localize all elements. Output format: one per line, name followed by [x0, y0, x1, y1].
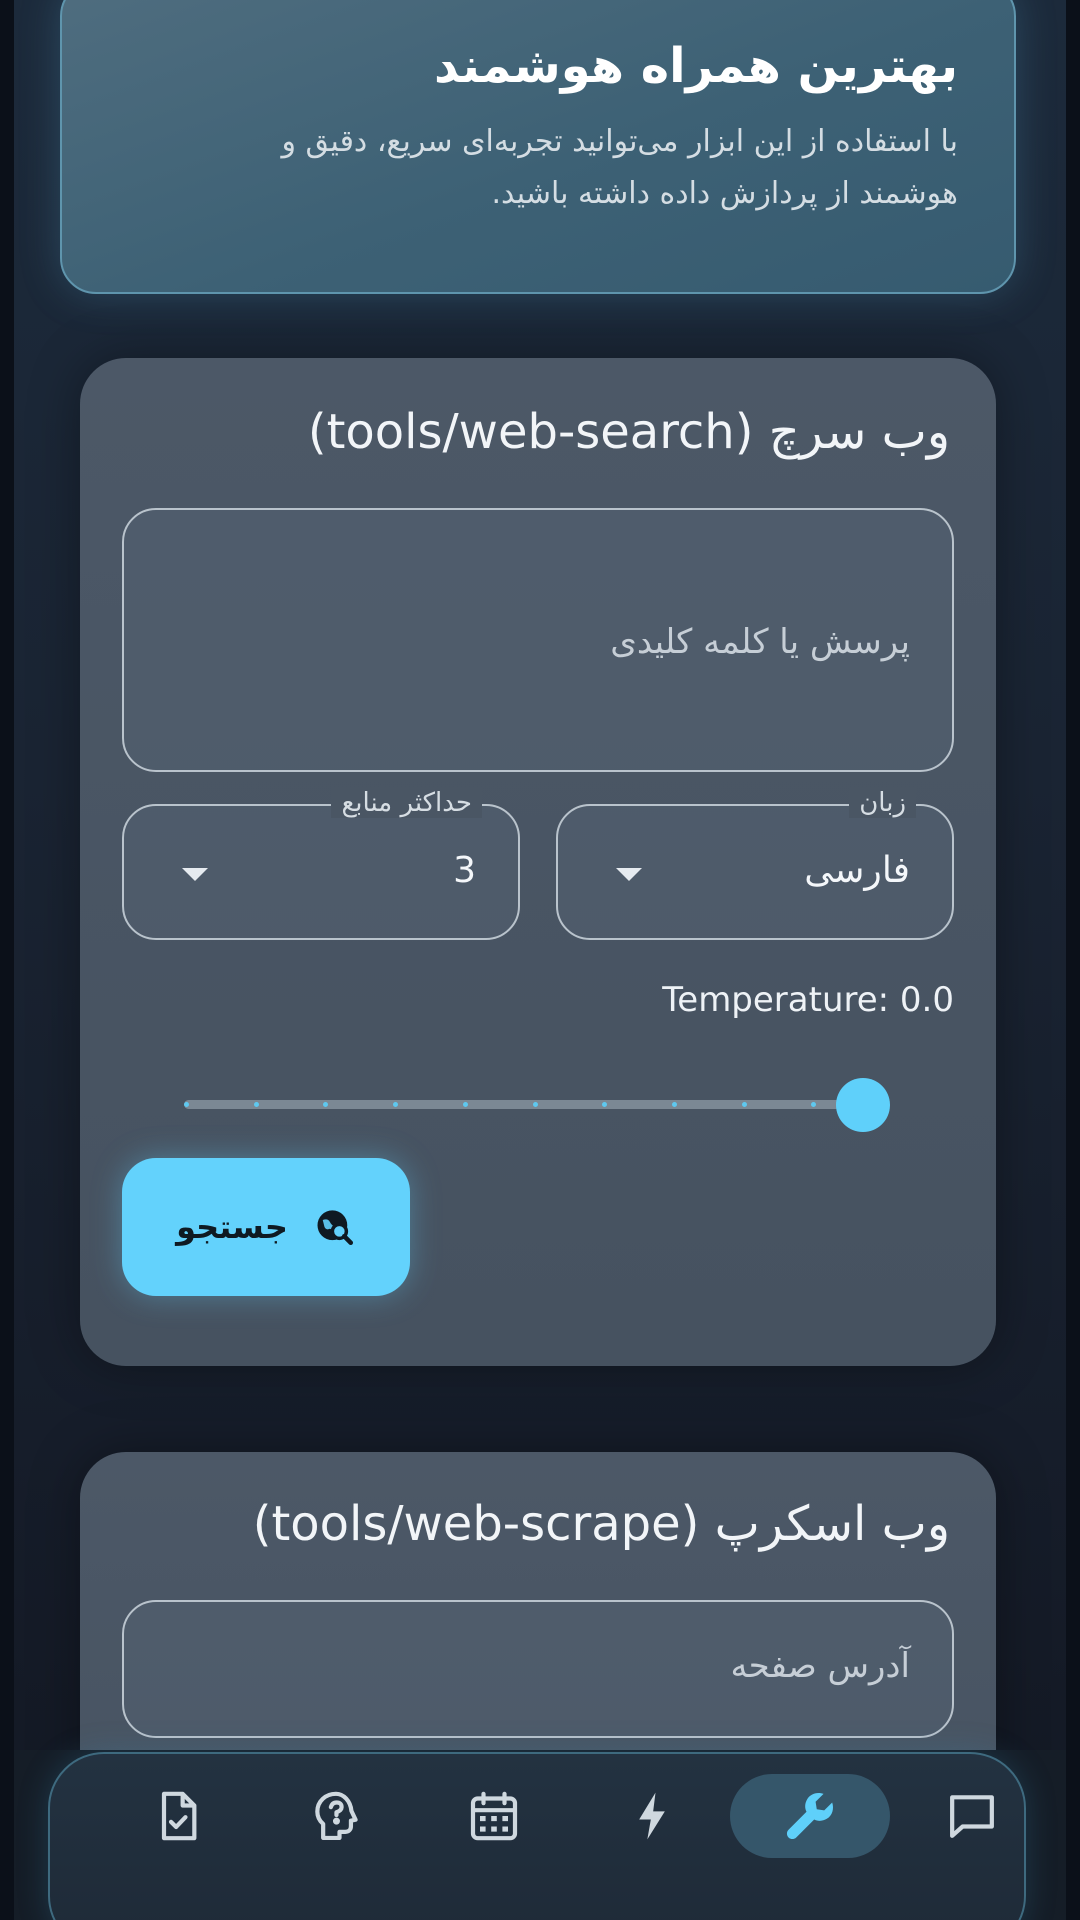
search-button-label: جستجو: [176, 1208, 288, 1246]
max-sources-label: حداکثر منابع: [331, 788, 482, 818]
document-check-icon: [161, 1791, 197, 1841]
max-sources-select[interactable]: حداکثر منابع 3: [122, 788, 520, 940]
hero-title: بهترین همراه هوشمند: [434, 38, 958, 94]
max-sources-value: 3: [453, 850, 476, 891]
slider-tick: [532, 1102, 538, 1107]
chevron-down-icon: [182, 868, 208, 881]
url-input[interactable]: آدرس صفحه: [122, 1600, 954, 1738]
wrench-icon: [786, 1792, 834, 1840]
nav-item-calendar[interactable]: [414, 1774, 574, 1858]
chat-bubble-icon: [950, 1795, 994, 1838]
url-placeholder: آدرس صفحه: [730, 1646, 910, 1686]
query-placeholder: پرسش یا کلمه کلیدی: [610, 622, 910, 662]
language-select[interactable]: زبان فارسی: [556, 788, 954, 940]
search-button[interactable]: جستجو: [122, 1158, 410, 1296]
hero-banner: بهترین همراه هوشمند با استفاده از این اب…: [60, 0, 1016, 294]
slider-tick: [741, 1102, 747, 1107]
nav-item-tasks[interactable]: [98, 1774, 258, 1858]
hero-subtitle: با استفاده از این ابزار می‌توانید تجربه‌…: [118, 116, 958, 220]
web-search-card: وب سرچ (tools/web-search) پرسش یا کلمه ک…: [80, 358, 996, 1366]
web-search-title: وب سرچ (tools/web-search): [307, 404, 950, 460]
query-input[interactable]: پرسش یا کلمه کلیدی: [122, 508, 954, 772]
slider-tick: [253, 1102, 259, 1107]
temperature-slider[interactable]: [184, 1070, 890, 1138]
bottom-navigation: [48, 1752, 1026, 1920]
globe-search-icon: [317, 1210, 353, 1246]
calendar-icon: [470, 1791, 518, 1841]
web-scrape-title: وب اسکرپ (tools/web-scrape): [252, 1496, 950, 1552]
language-value: فارسی: [804, 850, 910, 891]
nav-item-quick-actions[interactable]: [572, 1774, 732, 1858]
language-label: زبان: [849, 788, 916, 818]
slider-tick: [462, 1102, 468, 1107]
hero-subtitle-line: با استفاده از این ابزار می‌توانید تجربه‌…: [281, 124, 958, 159]
nav-item-chat[interactable]: [892, 1774, 1052, 1858]
temperature-label: Temperature: 0.0: [662, 980, 954, 1020]
slider-thumb[interactable]: [836, 1078, 890, 1132]
lightning-icon: [639, 1792, 665, 1840]
nav-item-tools[interactable]: [730, 1774, 890, 1858]
head-question-icon: [315, 1791, 358, 1841]
hero-subtitle-line: هوشمند از پردازش داده داشته باشید.: [491, 176, 958, 211]
chevron-down-icon: [616, 868, 642, 881]
nav-item-help[interactable]: [256, 1774, 416, 1858]
slider-tick: [184, 1102, 189, 1107]
slider-tick: [671, 1102, 677, 1107]
